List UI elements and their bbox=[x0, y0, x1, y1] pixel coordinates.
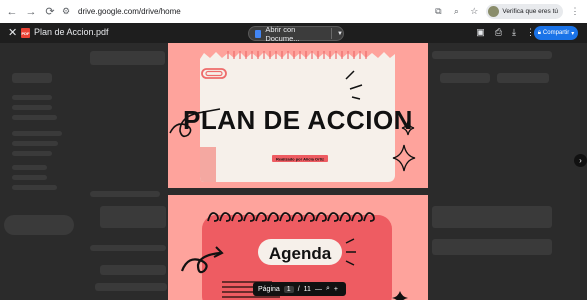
ghost-section-header bbox=[90, 191, 160, 197]
next-file-icon[interactable]: › bbox=[574, 154, 587, 167]
ghost-chip bbox=[440, 73, 490, 83]
total-pages: 11 bbox=[303, 285, 311, 293]
ghost-nav-item bbox=[12, 175, 47, 180]
print-icon[interactable]: ⎙ bbox=[495, 27, 502, 38]
browser-toolbar: ← → ⟳ ⚙ drive.google.com/drive/home ⧉ ⌕ … bbox=[0, 0, 587, 23]
ghost-banner bbox=[90, 51, 165, 65]
reload-icon[interactable]: ⟳ bbox=[43, 5, 57, 19]
verify-label: Verifica que eres tú bbox=[502, 8, 558, 15]
lock-icon: 🔒︎ bbox=[537, 29, 541, 36]
open-with-label: Abrir con Docume... bbox=[265, 24, 300, 43]
ghost-nav-item bbox=[12, 165, 47, 170]
share-button[interactable]: 🔒︎ Compartir ▾ bbox=[534, 26, 578, 40]
decor-stripe bbox=[200, 147, 216, 182]
ghost-nav-item bbox=[12, 141, 58, 146]
bookmark-star-icon[interactable]: ☆ bbox=[468, 6, 480, 18]
docs-icon bbox=[255, 29, 262, 38]
browser-menu-icon[interactable]: ⋮ bbox=[569, 6, 581, 18]
current-page-input[interactable]: 1 bbox=[283, 285, 294, 293]
ghost-nav-item bbox=[12, 151, 52, 156]
ghost-card bbox=[432, 206, 552, 228]
chevron-down-icon: ▾ bbox=[571, 30, 575, 37]
zoom-icon[interactable]: ⌕ bbox=[450, 6, 462, 18]
slide-1-subtitle: Realizado por Alicia Ortiz bbox=[276, 157, 324, 162]
site-settings-icon[interactable]: ⚙ bbox=[60, 6, 72, 18]
star-large-icon bbox=[392, 144, 416, 172]
ghost-nav-item bbox=[12, 105, 52, 110]
install-app-icon[interactable]: ⧉ bbox=[432, 6, 444, 18]
pdf-page-1: PLAN DE ACCION Realizado por Alicia Orti… bbox=[168, 43, 428, 188]
ghost-nav-item bbox=[12, 115, 57, 120]
pdf-file-icon: PDF bbox=[21, 28, 30, 38]
ghost-storage-button bbox=[4, 215, 74, 235]
slide-1-artwork: PLAN DE ACCION Realizado por Alicia Orti… bbox=[169, 51, 416, 182]
share-label: Compartir bbox=[542, 30, 570, 36]
ghost-section-header bbox=[90, 245, 166, 251]
close-icon[interactable]: ✕ bbox=[8, 27, 17, 39]
slide-1-title: PLAN DE ACCION bbox=[183, 105, 413, 135]
zoom-in-icon[interactable]: + bbox=[334, 286, 338, 293]
slide-2-title: Agenda bbox=[269, 244, 332, 263]
zoom-out-icon[interactable]: — bbox=[315, 286, 322, 293]
file-title: Plan de Accion.pdf bbox=[34, 27, 109, 37]
ghost-chip bbox=[497, 73, 549, 83]
star-icon bbox=[392, 291, 408, 300]
open-with-divider bbox=[331, 28, 333, 39]
page-navigation: Página 1 / 11 — ⌕ + bbox=[253, 282, 346, 296]
forward-icon[interactable]: → bbox=[24, 5, 38, 19]
open-with-button[interactable]: Abrir con Docume... ▼ bbox=[248, 24, 344, 43]
ghost-nav-item bbox=[12, 131, 62, 136]
ghost-row bbox=[100, 265, 166, 275]
address-bar[interactable]: ⚙ drive.google.com/drive/home bbox=[58, 3, 478, 20]
download-icon[interactable]: ⤓ bbox=[512, 27, 516, 38]
comment-icon[interactable]: ▣ bbox=[476, 27, 485, 38]
chevron-down-icon[interactable]: ▼ bbox=[337, 31, 343, 37]
ghost-filter-bar bbox=[432, 239, 552, 255]
avatar bbox=[488, 6, 500, 17]
ghost-new-button bbox=[12, 73, 52, 83]
browser-actions: ⧉ ⌕ ☆ Verifica que eres tú ⋮ bbox=[432, 3, 581, 20]
ghost-row bbox=[95, 283, 167, 291]
profile-verify-button[interactable]: Verifica que eres tú bbox=[486, 4, 563, 19]
page-separator: / bbox=[297, 285, 300, 293]
ghost-nav-item bbox=[12, 185, 57, 190]
page-label: Página bbox=[258, 285, 280, 293]
url-text: drive.google.com/drive/home bbox=[78, 7, 181, 16]
pdf-viewer-toolbar: ✕ PDF Plan de Accion.pdf Abrir con Docum… bbox=[0, 23, 587, 43]
back-icon[interactable]: ← bbox=[5, 5, 19, 19]
ghost-nav-item bbox=[12, 95, 52, 100]
zoom-icon[interactable]: ⌕ bbox=[326, 285, 330, 293]
ghost-card bbox=[100, 206, 166, 228]
ghost-banner bbox=[432, 51, 552, 59]
viewer-actions: ▣ ⎙ ⤓ ⋮ bbox=[476, 27, 535, 38]
